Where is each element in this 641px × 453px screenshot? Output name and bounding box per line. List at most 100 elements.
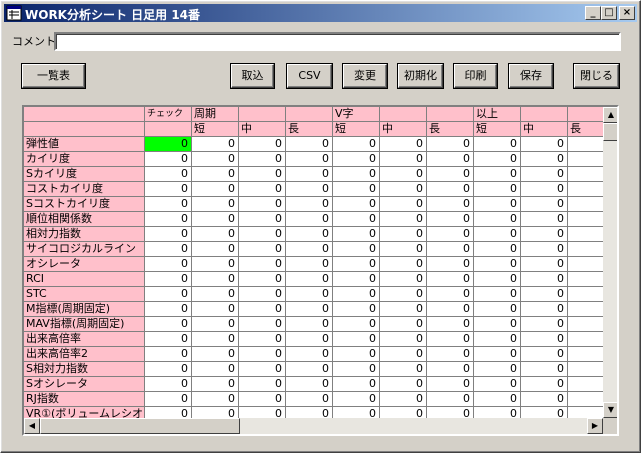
grid-cell[interactable]: 0 [474, 392, 521, 407]
grid-cell[interactable]: 0 [239, 152, 286, 167]
vertical-scroll-thumb[interactable] [603, 123, 617, 141]
grid-cell[interactable]: 0 [286, 392, 333, 407]
grid-cell[interactable]: 0 [333, 347, 380, 362]
grid-cell[interactable]: 0 [333, 302, 380, 317]
grid-cell[interactable]: 0 [474, 302, 521, 317]
grid-cell[interactable]: 0 [427, 317, 474, 332]
grid-cell[interactable]: 0 [380, 317, 427, 332]
grid-cell[interactable]: 0 [286, 152, 333, 167]
grid-cell[interactable]: 0 [521, 257, 568, 272]
horizontal-scroll-thumb[interactable] [40, 418, 240, 434]
grid-cell[interactable]: 0 [192, 152, 239, 167]
grid-cell[interactable]: 0 [239, 212, 286, 227]
grid-cell[interactable]: 0 [192, 347, 239, 362]
grid-cell[interactable]: 0 [192, 137, 239, 152]
grid-cell[interactable]: 0 [474, 152, 521, 167]
grid-cell[interactable]: 0 [333, 392, 380, 407]
grid-cell[interactable]: 0 [192, 212, 239, 227]
grid-cell[interactable]: 0 [192, 287, 239, 302]
grid-cell[interactable]: 0 [427, 167, 474, 182]
grid-cell[interactable]: 0 [474, 287, 521, 302]
grid-cell[interactable]: 0 [239, 227, 286, 242]
grid-cell[interactable]: 0 [474, 257, 521, 272]
grid-cell[interactable]: 0 [474, 212, 521, 227]
import-button[interactable]: 取込 [231, 64, 274, 88]
grid-cell[interactable]: 0 [474, 137, 521, 152]
grid-cell[interactable]: 0 [521, 212, 568, 227]
grid-cell[interactable]: 0 [521, 347, 568, 362]
grid-cell[interactable]: 0 [286, 362, 333, 377]
maximize-button[interactable]: □ [601, 6, 617, 20]
grid-cell[interactable]: 0 [380, 347, 427, 362]
grid-cell[interactable]: 0 [286, 317, 333, 332]
grid-cell[interactable]: 0 [145, 302, 192, 317]
grid-cell[interactable]: 0 [474, 377, 521, 392]
grid-cell[interactable]: 0 [427, 197, 474, 212]
scroll-left-button[interactable]: ◀ [24, 418, 40, 434]
grid-cell[interactable]: 0 [145, 287, 192, 302]
grid-cell[interactable]: 0 [474, 167, 521, 182]
minimize-button[interactable]: _ [585, 6, 601, 20]
grid-cell[interactable]: 0 [145, 242, 192, 257]
scroll-up-button[interactable]: ▲ [603, 107, 617, 123]
grid-cell[interactable]: 0 [192, 362, 239, 377]
grid-cell[interactable]: 0 [521, 137, 568, 152]
grid-cell[interactable]: 0 [427, 302, 474, 317]
grid-cell[interactable]: 0 [427, 152, 474, 167]
grid-cell[interactable]: 0 [521, 302, 568, 317]
grid-cell[interactable]: 0 [239, 392, 286, 407]
grid-cell[interactable]: 0 [380, 137, 427, 152]
grid-cell[interactable]: 0 [380, 377, 427, 392]
grid-cell[interactable]: 0 [239, 137, 286, 152]
grid-cell[interactable]: 0 [380, 167, 427, 182]
grid-cell[interactable]: 0 [239, 287, 286, 302]
grid-cell[interactable]: 0 [333, 272, 380, 287]
grid-cell[interactable]: 0 [521, 392, 568, 407]
scroll-right-button[interactable]: ▶ [587, 418, 603, 434]
grid-cell[interactable]: 0 [427, 182, 474, 197]
grid-cell[interactable]: 0 [286, 332, 333, 347]
grid-cell[interactable]: 0 [333, 227, 380, 242]
grid-cell[interactable]: 0 [333, 287, 380, 302]
grid-cell[interactable]: 0 [145, 197, 192, 212]
data-grid[interactable]: チェック周期短中長V字短中長以上短中長弾性値0000000000カイリ度0000… [22, 105, 619, 436]
grid-cell[interactable]: 0 [333, 197, 380, 212]
grid-cell[interactable]: 0 [521, 152, 568, 167]
vertical-scrollbar[interactable]: ▲ ▼ [603, 107, 617, 418]
title-bar[interactable]: WORK分析シート 日足用 14番 _ □ × [4, 4, 637, 22]
grid-cell[interactable]: 0 [192, 302, 239, 317]
grid-cell[interactable]: 0 [145, 377, 192, 392]
grid-cell[interactable]: 0 [427, 242, 474, 257]
grid-cell[interactable]: 0 [333, 242, 380, 257]
grid-cell[interactable]: 0 [333, 167, 380, 182]
grid-cell[interactable]: 0 [427, 137, 474, 152]
change-button[interactable]: 変更 [343, 64, 387, 88]
grid-cell[interactable]: 0 [333, 317, 380, 332]
grid-cell[interactable]: 0 [239, 347, 286, 362]
grid-cell[interactable]: 0 [192, 332, 239, 347]
close-button[interactable]: 閉じる [574, 64, 619, 88]
horizontal-scrollbar[interactable]: ◀ ▶ [24, 418, 603, 434]
save-button[interactable]: 保存 [509, 64, 553, 88]
grid-cell[interactable]: 0 [239, 182, 286, 197]
grid-cell[interactable]: 0 [427, 257, 474, 272]
grid-cell[interactable]: 0 [521, 167, 568, 182]
grid-cell[interactable]: 0 [192, 257, 239, 272]
grid-cell[interactable]: 0 [474, 347, 521, 362]
grid-cell[interactable]: 0 [521, 377, 568, 392]
grid-cell[interactable]: 0 [427, 212, 474, 227]
grid-cell[interactable]: 0 [427, 287, 474, 302]
grid-cell[interactable]: 0 [145, 332, 192, 347]
grid-cell[interactable]: 0 [286, 272, 333, 287]
grid-cell[interactable]: 0 [333, 362, 380, 377]
grid-cell[interactable]: 0 [192, 227, 239, 242]
grid-cell[interactable]: 0 [145, 152, 192, 167]
grid-cell[interactable]: 0 [521, 197, 568, 212]
grid-cell[interactable]: 0 [380, 152, 427, 167]
grid-cell[interactable]: 0 [286, 257, 333, 272]
grid-cell[interactable]: 0 [380, 242, 427, 257]
grid-cell[interactable]: 0 [427, 362, 474, 377]
grid-cell[interactable]: 0 [145, 182, 192, 197]
grid-cell[interactable]: 0 [192, 272, 239, 287]
grid-cell[interactable]: 0 [474, 182, 521, 197]
